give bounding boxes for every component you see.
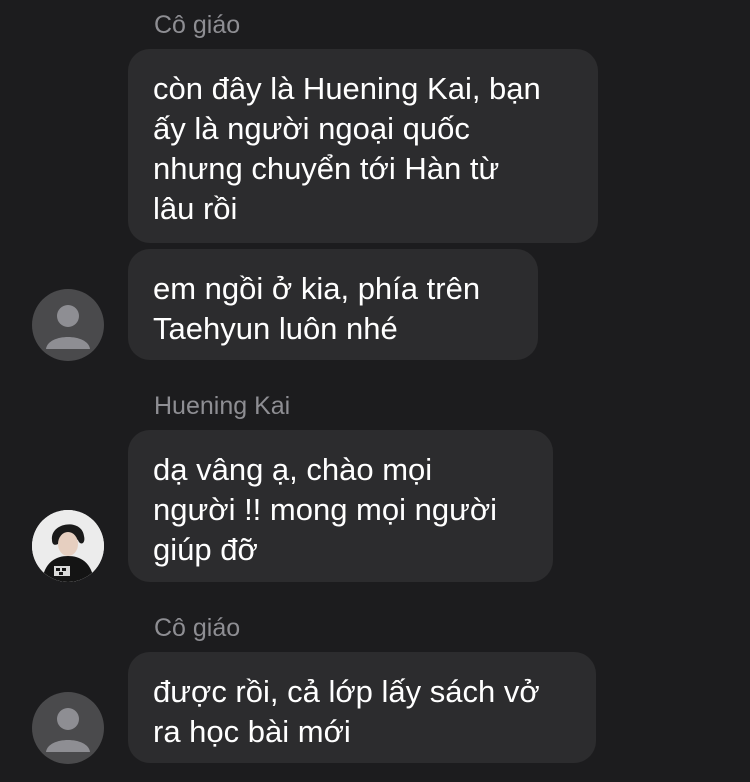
default-avatar-icon xyxy=(46,708,90,752)
message-bubble[interactable]: còn đây là Huening Kai, bạn ấy là người … xyxy=(128,49,598,243)
sender-name: Huening Kai xyxy=(154,392,291,420)
message-bubble[interactable]: được rồi, cả lớp lấy sách vở ra học bài … xyxy=(128,652,596,763)
message-bubble[interactable]: em ngồi ở kia, phía trên Taehyun luôn nh… xyxy=(128,249,538,360)
sender-name: Cô giáo xyxy=(154,614,241,642)
message-bubble[interactable]: dạ vâng ạ, chào mọi người !! mong mọi ng… xyxy=(128,430,553,582)
sender-name: Cô giáo xyxy=(154,11,241,39)
profile-photo xyxy=(32,510,104,582)
sender-avatar[interactable] xyxy=(32,510,104,582)
sender-avatar[interactable] xyxy=(32,692,104,764)
sender-avatar[interactable] xyxy=(32,289,104,361)
default-avatar-icon xyxy=(46,305,90,349)
